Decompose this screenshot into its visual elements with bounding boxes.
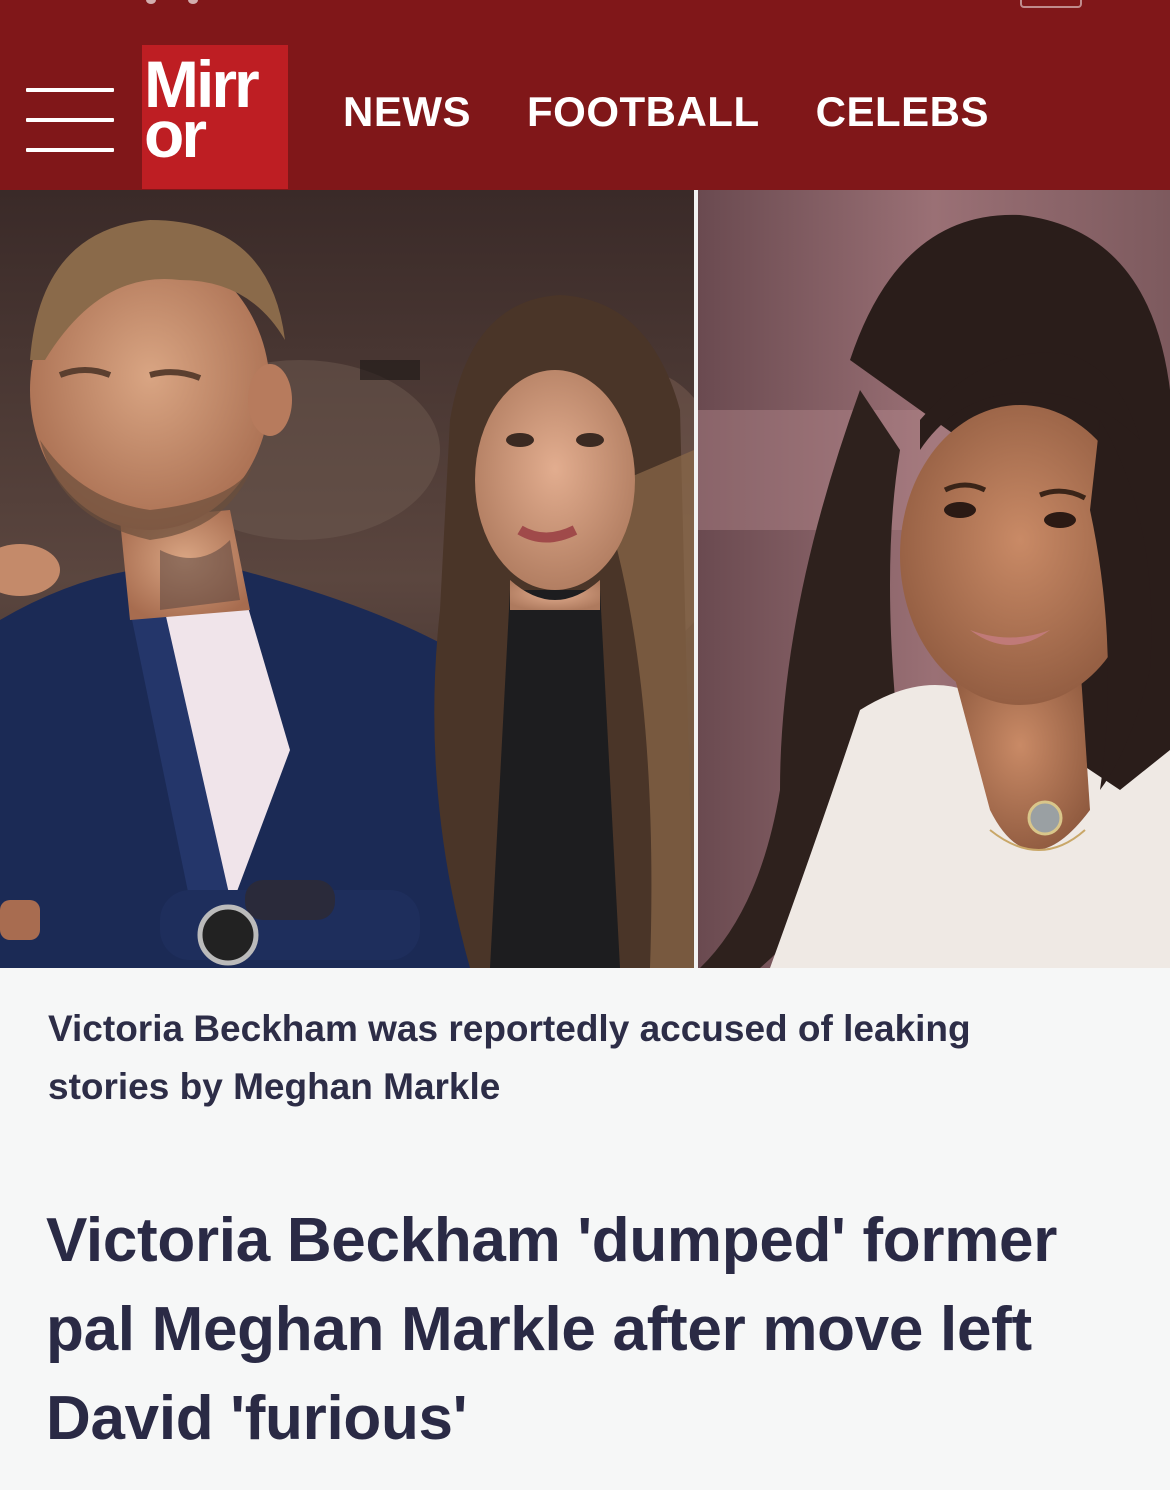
article-headline[interactable]: Victoria Beckham 'dumped' former pal Meg…	[46, 1196, 1136, 1463]
status-dot-icon	[146, 0, 156, 4]
article-hero-image	[0, 190, 1170, 968]
battery-icon	[1020, 0, 1082, 8]
image-caption: Victoria Beckham was reportedly accused …	[48, 1008, 971, 1107]
status-bar	[0, 0, 1170, 8]
hamburger-menu-icon[interactable]	[26, 80, 118, 156]
mirror-logo[interactable]: Mirr or	[142, 45, 288, 189]
site-header: Mirr or NEWS FOOTBALL CELEBS	[0, 0, 1170, 190]
nav-item-news[interactable]: NEWS	[343, 88, 471, 136]
main-nav: NEWS FOOTBALL CELEBS	[343, 88, 989, 136]
nav-item-celebs[interactable]: CELEBS	[816, 88, 989, 136]
status-dot-icon	[188, 0, 198, 4]
nav-item-football[interactable]: FOOTBALL	[527, 88, 760, 136]
logo-text: Mirr or	[144, 47, 260, 171]
